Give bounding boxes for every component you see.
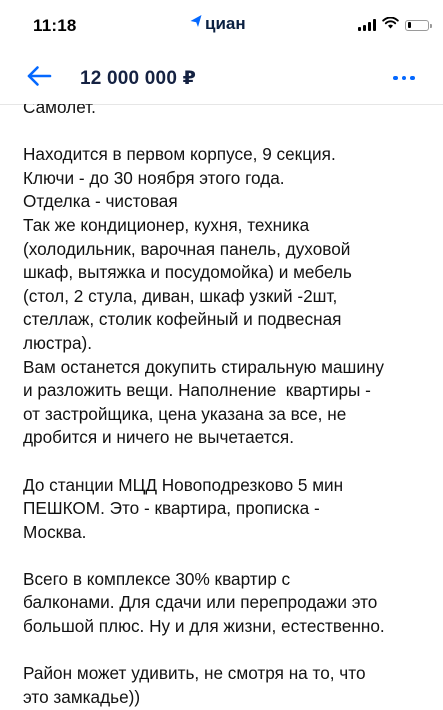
description-line: большой плюс. Ну и для жизни, естественн… [23,616,385,637]
status-time: 11:18 [33,16,77,35]
description-line: Москва. [23,521,87,542]
app-header: 12 000 000 ₽ [0,52,443,105]
description-line: стеллаж, столик кофейный и подвесная [23,309,342,330]
description-line: люстра). [23,332,93,353]
location-arrow-icon [189,13,203,34]
description-scroll-area[interactable]: Самолет. Находится в первом корпусе, 9 се… [0,104,443,710]
status-bar: 11:18 циан [0,0,443,52]
status-icons [358,16,432,34]
description-line: шкаф, вытяжка и посудомойка) и мебель [23,262,352,283]
description-paragraph: Всего в комплексе 30% квартир с балконами… [23,568,433,639]
back-button[interactable] [24,64,54,92]
battery-icon [405,19,432,31]
status-app-name: циан [205,14,246,33]
description-paragraph: До станции МЦД Новоподрезково 5 мин ПЕШКО… [23,474,433,545]
description-line: Ключи - до 30 ноября этого года. [23,167,285,188]
description-line: (стол, 2 стула, диван, шкаф узкий -2шт, [23,285,338,306]
description-line: балконами. Для сдачи или перепродажи это [23,592,378,613]
more-button[interactable] [391,68,417,88]
description-line: и разложить вещи. Наполнение квартиры - [23,380,371,401]
description-line: Так же кондиционер, кухня, техника [23,214,310,235]
description-line: ПЕШКОМ. Это - квартира, прописка - [23,498,320,519]
description-line: Вам останется докупить стиральную машину [23,356,385,377]
description-line: Всего в комплексе 30% квартир с [23,568,291,589]
description-line: это замкадье)) [23,686,141,707]
more-dots-icon [393,75,398,81]
description-paragraph: Находится в первом корпусе, 9 секция. Клю… [23,143,433,450]
description-line: дробится и ничего не вычетается. [23,427,294,448]
header-price: 12 000 000 ₽ [80,68,196,89]
signal-icon [358,19,376,31]
wifi-icon [382,16,399,34]
description-paragraph: Самолет. [23,104,433,120]
arrow-left-icon [26,65,52,92]
description-paragraph: Район может удивить, не смотря на то, чт… [23,662,433,710]
description-line: Отделка - чистовая [23,191,178,212]
description-line: Находится в первом корпусе, 9 секция. [23,144,336,165]
description-line: До станции МЦД Новоподрезково 5 мин [23,474,344,495]
description-line: Самолет. [23,104,96,117]
description-line: от застройщика, цена указана за все, не [23,403,347,424]
description-line: Район может удивить, не смотря на то, чт… [23,663,366,684]
status-app-indicator[interactable]: циан [189,8,246,34]
description-line: (холодильник, варочная панель, духовой [23,238,351,259]
description-text: Самолет. Находится в первом корпусе, 9 се… [23,104,433,710]
